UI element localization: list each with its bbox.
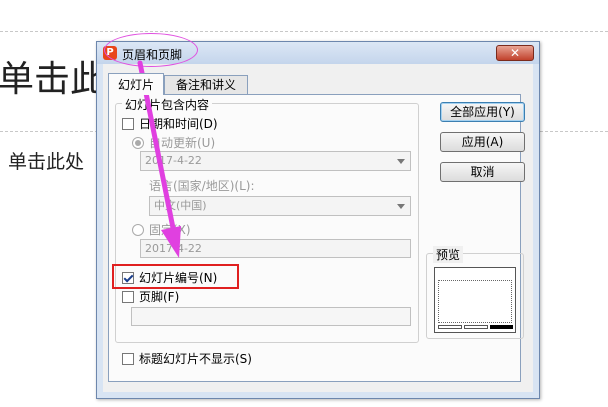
header-footer-dialog: P 页眉和页脚 ✕ 幻灯片 备注和讲义 幻灯片包含内容 日期和时间(D) 自动更… <box>96 41 540 399</box>
hide-title-checkbox[interactable] <box>122 352 134 365</box>
fixed-radio[interactable] <box>132 223 144 236</box>
language-combo[interactable]: 中文(中国) <box>149 196 411 216</box>
footer-option[interactable]: 页脚(F) <box>122 288 179 305</box>
fixed-option[interactable]: 固定(X) <box>132 221 191 238</box>
date-time-option[interactable]: 日期和时间(D) <box>122 115 218 132</box>
slide-top-guide <box>0 31 608 32</box>
date-time-label: 日期和时间(D) <box>139 117 218 131</box>
footer-checkbox[interactable] <box>122 290 134 303</box>
language-label: 语言(国家/地区)(L): <box>149 179 255 193</box>
preview-group: 预览 <box>426 246 524 339</box>
language-value: 中文(中国) <box>154 199 207 212</box>
auto-update-option[interactable]: 自动更新(U) <box>132 134 215 151</box>
preview-label: 预览 <box>433 246 464 263</box>
preview-date-area <box>438 325 462 329</box>
tab-slide[interactable]: 幻灯片 <box>108 73 164 95</box>
chevron-down-icon <box>397 159 405 164</box>
apply-all-button[interactable]: 全部应用(Y) <box>440 102 525 122</box>
chevron-down-icon <box>397 204 405 209</box>
apply-button[interactable]: 应用(A) <box>440 132 525 152</box>
footer-label: 页脚(F) <box>139 290 180 304</box>
hide-title-option[interactable]: 标题幻灯片不显示(S) <box>122 350 252 367</box>
group-include-label: 幻灯片包含内容 <box>122 96 213 113</box>
auto-date-combo[interactable]: 2017-4-22 <box>140 151 411 171</box>
date-time-checkbox[interactable] <box>122 117 134 130</box>
auto-update-label: 自动更新(U) <box>149 136 216 150</box>
slide-title-placeholder[interactable]: 单击此 <box>0 50 106 102</box>
dialog-body: 幻灯片 备注和讲义 幻灯片包含内容 日期和时间(D) 自动更新(U) 2017-… <box>103 64 533 392</box>
auto-date-value: 2017-4-22 <box>145 154 202 167</box>
annotation-ellipse <box>104 33 198 67</box>
preview-number-area <box>490 325 513 329</box>
preview-content-area <box>438 280 512 323</box>
cancel-button[interactable]: 取消 <box>440 162 525 182</box>
fixed-label: 固定(X) <box>149 223 191 237</box>
preview-page <box>434 267 516 333</box>
auto-update-radio[interactable] <box>132 136 144 149</box>
slide-subtitle-placeholder[interactable]: 单击此处 <box>8 147 84 174</box>
preview-footer-area <box>464 325 488 329</box>
fixed-date-input[interactable]: 2017-4-22 <box>140 239 411 258</box>
annotation-highlight-box <box>112 264 239 289</box>
close-button[interactable]: ✕ <box>496 45 534 61</box>
footer-input[interactable] <box>131 307 411 326</box>
hide-title-label: 标题幻灯片不显示(S) <box>139 352 252 366</box>
tab-notes-handouts[interactable]: 备注和讲义 <box>164 75 248 94</box>
